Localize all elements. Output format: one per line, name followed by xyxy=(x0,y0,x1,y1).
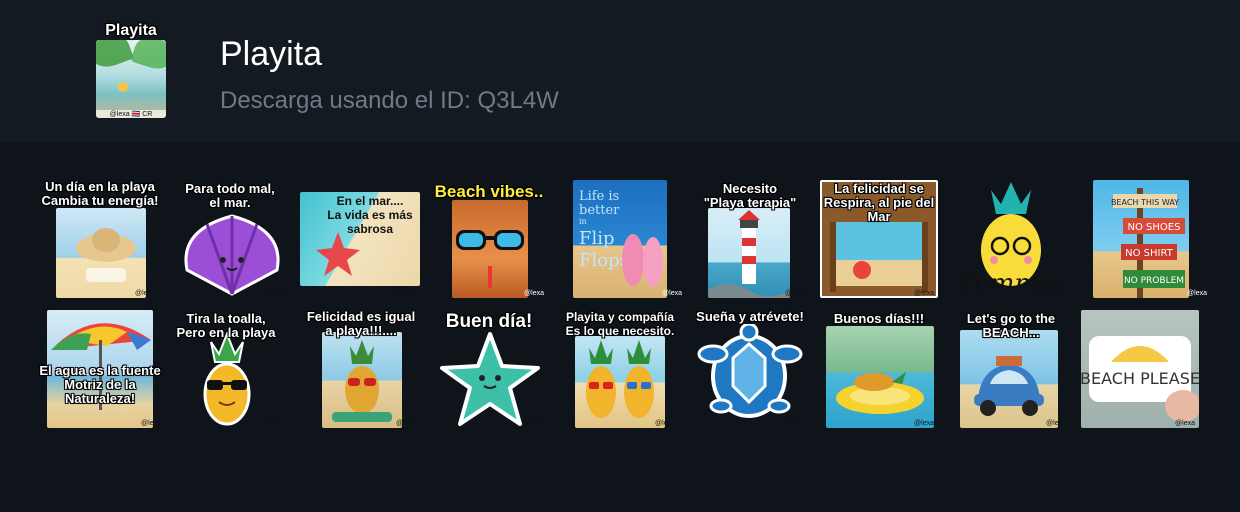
pack-download-id: Descarga usando el ID: Q3L4W xyxy=(220,87,559,114)
sticker-16[interactable]: Buenos días!!! @lexa xyxy=(820,310,938,428)
sticker-caption: El agua es la fuente Motriz de la Natura… xyxy=(39,363,161,406)
sticker-caption: Let's go to the BEACH... xyxy=(966,311,1056,340)
watermark: @lexa xyxy=(655,420,675,427)
sticker-caption: Necesito "Playa terapia" xyxy=(703,181,797,210)
svg-text:NO PROBLEM: NO PROBLEM xyxy=(1124,276,1184,286)
pineapple-cool-sticker xyxy=(189,332,265,428)
watermark: @lexa xyxy=(396,420,416,427)
watermark: @lexa xyxy=(1187,290,1207,297)
sticker-caption: Beach vibes.. xyxy=(434,182,544,201)
watermark: @lexa xyxy=(135,290,155,297)
pineapple-beach-sticker xyxy=(322,332,402,428)
watermark: @lexa xyxy=(662,290,682,297)
sticker-14[interactable]: Playita y compañía Es lo que necesito. @… xyxy=(561,310,679,428)
svg-text:Life is: Life is xyxy=(579,189,619,204)
pineapple-summer-sticker: Summer xyxy=(956,180,1066,298)
sticker-9[interactable]: BEACH THIS WAY NO SHOES NO SHIRT NO PROB… xyxy=(1093,180,1211,298)
sticker-13[interactable]: Buen día! @lexa xyxy=(430,310,548,428)
beach-hat-sticker xyxy=(56,208,146,298)
watermark: @lexa xyxy=(1046,420,1066,427)
svg-text:NO SHIRT: NO SHIRT xyxy=(1125,248,1174,259)
sticker-caption: Para todo mal, el mar. xyxy=(185,181,275,210)
pineapple-pair-sticker xyxy=(575,336,665,428)
watermark: @lexa xyxy=(261,420,281,427)
sticker-5[interactable]: Life is better in Flip Flops! @lexa xyxy=(568,180,686,298)
pack-title: Playita xyxy=(220,35,323,73)
watermark: @lexa xyxy=(914,290,934,297)
pineapple-pool-float-sticker xyxy=(826,326,934,428)
watermark: @lexa xyxy=(265,290,285,297)
watermark: @lexa xyxy=(394,290,414,297)
sticker-caption: Un día en la playa Cambia tu energía! xyxy=(41,179,159,208)
svg-text:NO SHOES: NO SHOES xyxy=(1128,222,1181,233)
sticker-caption: Buen día! xyxy=(445,311,533,332)
sticker-caption: Buenos días!!! xyxy=(833,311,925,326)
cat-sunglasses-sticker xyxy=(452,200,528,298)
palm-beach-icon: @lexa 🇨🇷 CR xyxy=(96,40,166,118)
watermark: @lexa xyxy=(1175,420,1195,427)
sticker-caption: Felicidad es igual a playa!!!.... xyxy=(306,309,416,338)
sticker-15[interactable]: Sueña y atrévete! @lexa xyxy=(691,310,809,428)
sticker-11[interactable]: Tira la toalla, Pero en la playa @lexa xyxy=(167,310,285,428)
sticker-caption: En el mar.... La vida es más sabrosa xyxy=(327,194,413,236)
lighthouse-sticker xyxy=(708,208,790,298)
svg-text:BEACH PLEASE: BEACH PLEASE xyxy=(1081,369,1199,388)
sticker-3[interactable]: En el mar.... La vida es más sabrosa @le… xyxy=(300,180,420,298)
sticker-caption: Tira la toalla, Pero en la playa xyxy=(176,311,276,340)
flip-flops-sticker: Life is better in Flip Flops! xyxy=(573,180,667,298)
pack-thumbnail[interactable]: @lexa 🇨🇷 CR Playita xyxy=(96,22,166,118)
watermark: @lexa xyxy=(524,290,544,297)
sea-turtle-sticker xyxy=(697,324,805,428)
sticker-4[interactable]: Beach vibes.. @lexa xyxy=(430,180,548,298)
thumb-title: Playita xyxy=(105,22,157,39)
watermark: @lexa xyxy=(785,290,805,297)
sticker-caption: La felicidad se Respira, al pie del Mar xyxy=(823,181,935,224)
svg-text:better: better xyxy=(579,203,620,218)
sticker-2[interactable]: Para todo mal, el mar. @lexa xyxy=(171,180,289,298)
sticker-10[interactable]: El agua es la fuente Motriz de la Natura… xyxy=(39,310,165,428)
sticker-7[interactable]: La felicidad se Respira, al pie del Mar … xyxy=(820,180,938,298)
sticker-17[interactable]: Let's go to the BEACH... @lexa xyxy=(952,310,1070,428)
beach-signpost-sticker: BEACH THIS WAY NO SHOES NO SHIRT NO PROB… xyxy=(1093,180,1189,298)
svg-text:Flip: Flip xyxy=(579,228,615,249)
beetle-car-sticker xyxy=(960,330,1058,428)
svg-text:BEACH THIS WAY: BEACH THIS WAY xyxy=(1111,198,1179,207)
sticker-1[interactable]: Un día en la playa Cambia tu energía! @l… xyxy=(41,180,159,298)
watermark: @lexa xyxy=(785,420,805,427)
svg-text:in: in xyxy=(579,217,587,226)
sticker-6[interactable]: Necesito "Playa terapia" @lexa xyxy=(691,180,809,298)
teal-starfish-sticker xyxy=(436,330,544,428)
thumb-signature: @lexa 🇨🇷 CR xyxy=(96,110,166,118)
sticker-caption: Playita y compañía Es lo que necesito. xyxy=(565,310,675,338)
beach-please-sticker: BEACH PLEASE xyxy=(1081,310,1199,428)
watermark: @lexa xyxy=(524,420,544,427)
sticker-18[interactable]: BEACH PLEASE @lexa xyxy=(1081,310,1199,428)
watermark: @lexa xyxy=(1046,290,1066,297)
sticker-caption: Sueña y atrévete! xyxy=(696,309,804,324)
watermark: @lexa xyxy=(914,420,934,427)
watermark: @lexa xyxy=(141,420,161,427)
sticker-8[interactable]: Summer @lexa xyxy=(952,180,1070,298)
purple-seashell-sticker xyxy=(179,210,285,298)
sticker-12[interactable]: Felicidad es igual a playa!!!.... @lexa xyxy=(302,310,420,428)
pack-header: @lexa 🇨🇷 CR Playita Playita Descarga usa… xyxy=(0,0,1240,142)
